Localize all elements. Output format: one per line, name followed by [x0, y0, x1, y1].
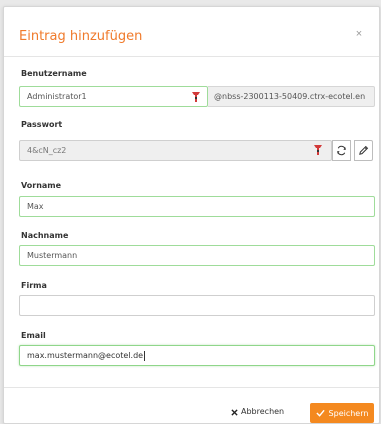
lastname-input[interactable]: Mustermann — [19, 245, 375, 266]
password-input[interactable]: 4&cN_cz2 — [19, 140, 332, 161]
company-input[interactable] — [19, 295, 375, 316]
check-icon — [315, 409, 325, 417]
footer-divider — [4, 387, 379, 388]
close-icon: × — [355, 28, 363, 40]
add-entry-dialog: Eintrag hinzufügen × Benutzername Admini… — [3, 6, 380, 424]
close-button[interactable]: × — [353, 27, 365, 41]
email-input[interactable]: max.mustermann@ecotel.de — [19, 345, 375, 366]
username-label: Benutzername — [21, 69, 87, 78]
email-label: Email — [21, 331, 46, 340]
save-label: Speichern — [328, 408, 369, 418]
save-button[interactable]: Speichern — [310, 403, 374, 423]
text-cursor — [144, 350, 146, 361]
dialog-header: Eintrag hinzufügen × — [4, 7, 379, 57]
cancel-label: Abbrechen — [241, 407, 285, 416]
password-label: Passwort — [21, 120, 63, 129]
company-label: Firma — [21, 281, 47, 290]
refresh-icon — [337, 145, 346, 156]
firstname-label: Vorname — [21, 181, 62, 190]
lastname-label: Nachname — [21, 231, 69, 240]
username-input[interactable]: Administrator1 — [19, 86, 208, 107]
keeper-key-icon[interactable] — [313, 144, 323, 156]
email-value: max.mustermann@ecotel.de — [27, 351, 144, 360]
keeper-key-icon[interactable] — [191, 91, 201, 103]
pencil-icon — [359, 145, 369, 155]
regenerate-password-button[interactable] — [332, 140, 351, 161]
username-domain-suffix: @nbss-2300113-50409.ctrx-ecotel.en — [208, 86, 375, 107]
edit-password-button[interactable] — [354, 140, 373, 161]
x-icon — [231, 408, 238, 416]
cancel-button[interactable]: Abbrechen — [231, 403, 295, 421]
dialog-title: Eintrag hinzufügen — [19, 29, 143, 44]
firstname-input[interactable]: Max — [19, 196, 375, 217]
